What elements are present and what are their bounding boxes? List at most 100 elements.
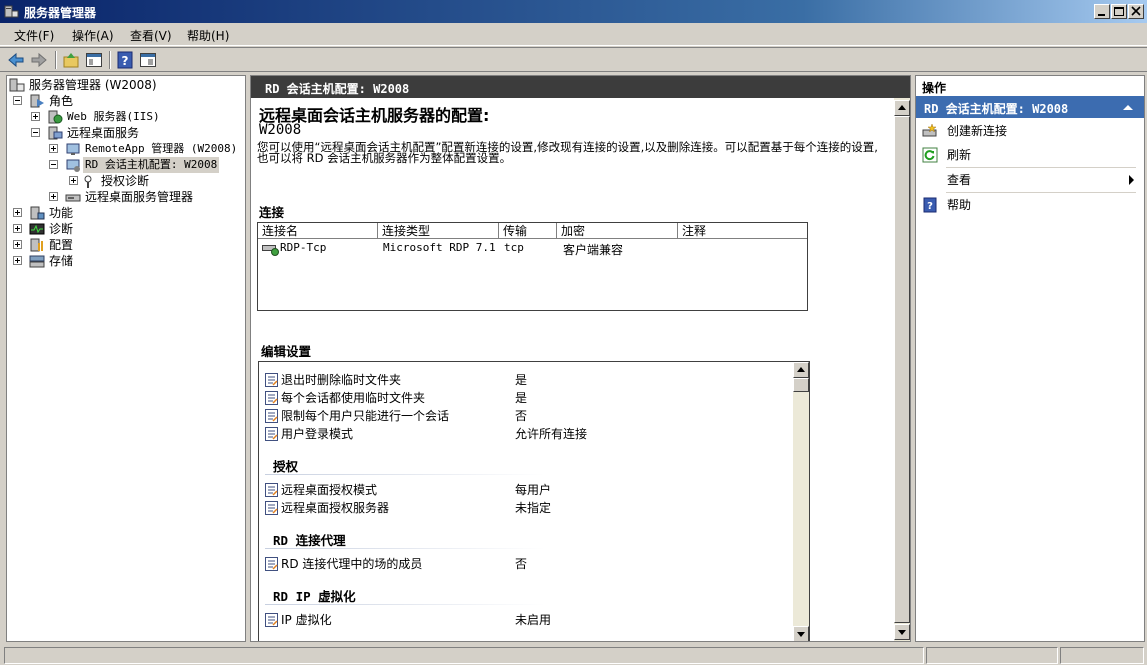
setting-property-icon [265,409,278,423]
cell-encryption: 客户端兼容 [563,243,624,257]
new-connection-icon [922,123,937,137]
diagnostics-icon [29,223,45,235]
group-divider [265,474,545,475]
table-row[interactable]: RDP-Tcp Microsoft RDP 7.1 tcp 客户端兼容 [258,240,807,257]
back-arrow-icon[interactable] [6,50,26,70]
roles-icon [30,94,44,108]
column-header-transport[interactable]: 传输 [499,223,557,239]
scroll-down-button[interactable] [793,626,809,641]
action-view[interactable]: 查看 [922,171,1138,189]
licensing-diagnosis-icon [84,175,92,188]
group-divider [265,604,545,605]
expand-toggle[interactable] [49,192,58,201]
details-header: RD 会话主机配置: W2008 [251,76,910,98]
details-scrollbar[interactable] [894,98,910,641]
expand-toggle[interactable] [13,208,22,217]
minimize-button[interactable] [1094,4,1110,19]
minimize-icon [1098,14,1105,16]
action-refresh[interactable]: 刷新 [922,146,1138,164]
menu-view[interactable]: 查看(V) [130,27,172,44]
collapse-toggle[interactable] [13,96,22,105]
setting-property-icon [265,373,278,387]
properties-icon[interactable] [138,50,158,70]
up-folder-icon[interactable] [61,50,81,70]
arrow-down-icon [898,630,906,635]
column-header-type[interactable]: 连接类型 [378,223,499,239]
expand-toggle[interactable] [49,144,58,153]
settings-scrollbar[interactable] [793,362,809,641]
actions-pane: 操作 RD 会话主机配置: W2008 创建新连接 刷新 查看 ? 帮助 [915,75,1145,642]
action-help[interactable]: ? 帮助 [922,196,1138,214]
arrow-down-icon [797,632,805,637]
setting-property-icon [265,613,278,627]
web-server-icon [48,110,63,124]
scroll-thumb[interactable] [894,116,910,623]
refresh-icon [922,147,938,163]
scroll-up-button[interactable] [793,362,809,378]
details-body: 远程桌面会话主机服务器的配置: W2008 您可以使用“远程桌面会话主机配置”配… [251,98,894,641]
menu-help[interactable]: 帮助(H) [187,27,229,44]
collapse-toggle[interactable] [49,160,58,169]
setting-property-icon [265,427,278,441]
status-cell [1060,647,1144,664]
setting-property-icon [265,483,278,497]
help-icon: ? [923,197,937,213]
remote-desktop-icon [48,126,63,140]
setting-property-icon [265,391,278,405]
remoteapp-icon [66,143,80,155]
scroll-up-button[interactable] [894,100,910,116]
column-header-encryption[interactable]: 加密 [557,223,678,239]
configuration-icon [30,238,43,252]
cell-connection-type: Microsoft RDP 7.1 [383,241,496,254]
description-text: 您可以使用“远程桌面会话主机配置”配置新连接的设置,修改现有连接的设置,以及删除… [257,140,878,165]
toolbar-separator [109,51,111,69]
features-icon [30,206,45,220]
rd-manager-icon [65,194,81,202]
arrow-up-icon [898,105,906,110]
help-icon[interactable]: ? [115,50,135,70]
scroll-down-button[interactable] [894,624,910,640]
edit-settings-section-title: 编辑设置 [261,344,312,359]
connections-table[interactable]: 连接名 连接类型 传输 加密 注释 RDP-Tcp Microsoft RDP … [257,222,808,311]
edit-settings-list: 退出时删除临时文件夹 是 每个会话都使用临时文件夹 是 限制每个用户只能进行一个… [258,361,810,641]
server-manager-icon [9,78,25,92]
cell-connection-name: RDP-Tcp [280,241,327,254]
maximize-button[interactable] [1111,4,1127,19]
menu-action[interactable]: 操作(A) [72,27,114,44]
window-title: 服务器管理器 [24,6,97,20]
status-cell-main [4,647,924,664]
column-header-comment[interactable]: 注释 [678,223,807,239]
action-create-connection[interactable]: 创建新连接 [922,122,1138,140]
setting-property-icon [265,501,278,515]
expand-toggle[interactable] [13,256,22,265]
expand-toggle[interactable] [69,176,78,185]
expand-toggle[interactable] [13,224,22,233]
submenu-arrow-icon [1129,175,1134,185]
rd-host-config-icon [66,159,80,172]
connections-section-title: 连接 [259,205,285,220]
scroll-thumb[interactable] [793,378,809,392]
toolbar-separator [55,51,57,69]
server-manager-icon [4,5,19,18]
connection-icon [262,245,279,256]
actions-separator [946,167,1136,168]
column-header-name[interactable]: 连接名 [258,223,378,239]
cell-transport: tcp [504,241,524,254]
group-title-licensing: 授权 [273,459,299,474]
status-bar [0,646,1147,665]
forward-arrow-icon[interactable] [29,50,49,70]
show-tree-icon[interactable] [84,50,104,70]
menu-bar: 文件(F) 操作(A) 查看(V) 帮助(H) [0,23,1147,46]
menu-file[interactable]: 文件(F) [14,27,54,44]
title-bar: 服务器管理器 [0,0,1147,23]
details-pane: RD 会话主机配置: W2008 远程桌面会话主机服务器的配置: W2008 您… [250,75,911,642]
status-cell [926,647,1058,664]
storage-icon [29,255,45,268]
expand-toggle[interactable] [31,112,40,121]
collapse-toggle[interactable] [31,128,40,137]
collapse-up-icon [1123,105,1133,110]
actions-group-header[interactable]: RD 会话主机配置: W2008 [916,96,1144,118]
expand-toggle[interactable] [13,240,22,249]
close-button[interactable] [1128,4,1144,19]
setting-property-icon [265,557,278,571]
